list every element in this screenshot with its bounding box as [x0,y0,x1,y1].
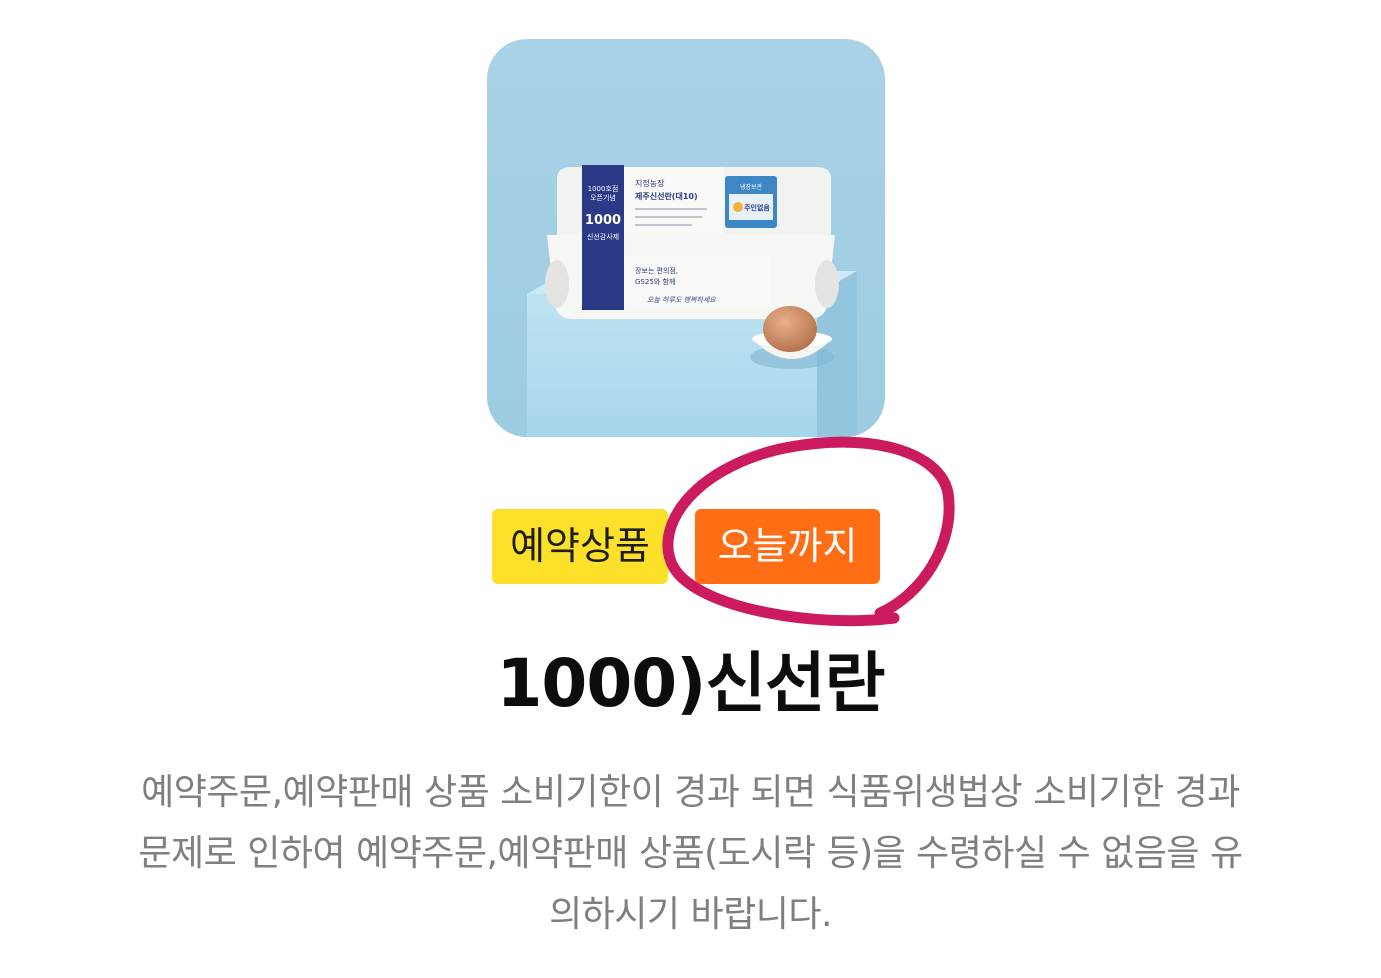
svg-text:신선감사제: 신선감사제 [587,232,619,241]
product-detail-page: 1000호점 오픈기념 1000 신선감사제 지정농장 제주신선란(대10) 냉… [0,0,1381,978]
svg-text:제주신선란(대10): 제주신선란(대10) [635,191,698,201]
egg-carton-photo: 1000호점 오픈기념 1000 신선감사제 지정농장 제주신선란(대10) 냉… [487,39,885,437]
product-title: 1000)신선란 [496,645,885,722]
notice-line: 예약주문,예약판매 상품 소비기한이 경과 되면 식품위생법상 소비기한 경과 [141,772,1240,813]
svg-text:1000호점: 1000호점 [588,185,619,193]
svg-text:냉장보관: 냉장보관 [740,183,763,191]
svg-text:오늘 하루도 행복하세요: 오늘 하루도 행복하세요 [647,296,716,304]
svg-text:지정농장: 지정농장 [635,178,665,188]
svg-text:주인없음: 주인없음 [744,203,770,212]
svg-text:장보는 편의점,: 장보는 편의점, [635,266,678,275]
svg-text:오픈기념: 오픈기념 [590,193,616,202]
reservation-product-badge: 예약상품 [492,509,668,584]
product-image[interactable]: 1000호점 오픈기념 1000 신선감사제 지정농장 제주신선란(대10) 냉… [487,39,885,437]
svg-text:1000: 1000 [585,213,621,228]
svg-text:GS25와 함께: GS25와 함께 [635,277,675,286]
expiration-notice: 예약주문,예약판매 상품 소비기한이 경과 되면 식품위생법상 소비기한 경과 … [20,762,1361,945]
notice-line: 문제로 인하여 예약주문,예약판매 상품(도시락 등)을 수령하실 수 없음을 … [138,833,1243,874]
notice-line: 의하시기 바랍니다. [549,894,832,935]
until-today-badge: 오늘까지 [695,509,880,584]
